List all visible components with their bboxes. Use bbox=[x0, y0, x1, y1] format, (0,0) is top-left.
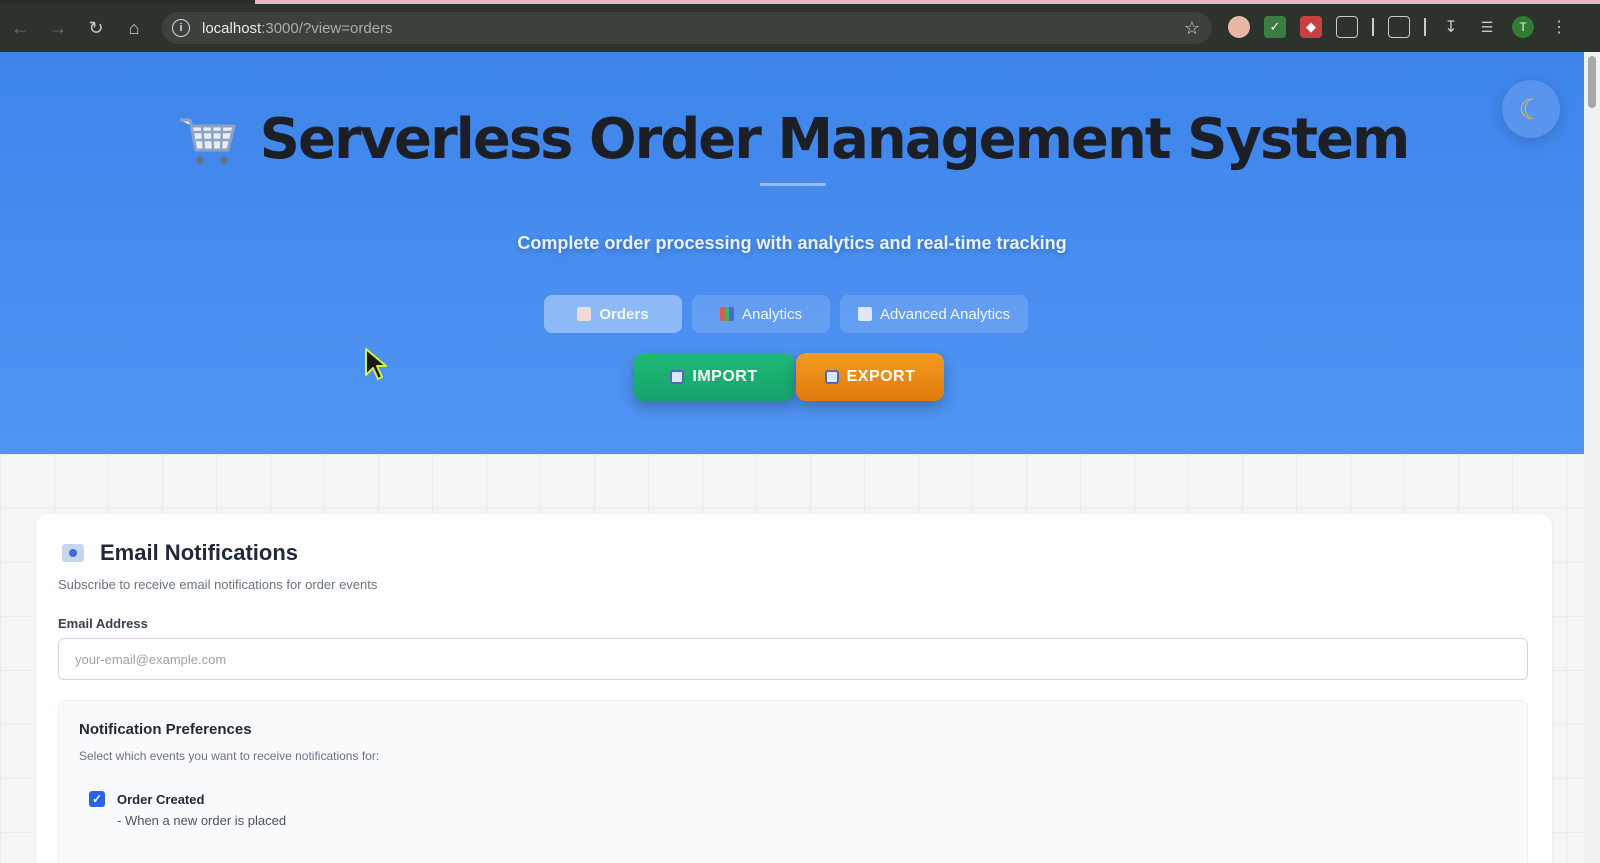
shopping-cart-icon bbox=[179, 118, 236, 164]
profile-avatar[interactable]: T bbox=[1512, 16, 1534, 38]
order-created-checkbox[interactable]: ✓ bbox=[89, 791, 105, 807]
page-content: Serverless Order Management System Compl… bbox=[0, 52, 1584, 863]
view-tabs: Orders Analytics Advanced Analytics bbox=[544, 295, 1028, 333]
bar-chart-icon bbox=[719, 307, 734, 321]
clipboard-icon bbox=[577, 307, 592, 321]
extension-red-icon[interactable]: ◆ bbox=[1300, 16, 1322, 38]
inbox-icon bbox=[670, 370, 685, 384]
dark-mode-toggle[interactable]: ☾ bbox=[1502, 80, 1560, 138]
page-scrollbar[interactable] bbox=[1584, 52, 1600, 863]
extension-check-icon[interactable]: ✓ bbox=[1264, 16, 1286, 38]
extension-face-icon[interactable] bbox=[1228, 16, 1250, 38]
tab-search-icon[interactable] bbox=[1388, 16, 1410, 38]
toolbar-divider bbox=[1372, 18, 1374, 36]
preferences-description: Select which events you want to receive … bbox=[79, 749, 380, 763]
card-description: Subscribe to receive email notifications… bbox=[58, 577, 378, 592]
download-icon[interactable]: ↧ bbox=[1440, 16, 1462, 38]
card-title: Email Notifications bbox=[100, 540, 299, 565]
scrollbar-thumb[interactable] bbox=[1588, 56, 1596, 108]
pref-description: - When a new order is placed bbox=[117, 813, 287, 828]
page-title: Serverless Order Management System bbox=[259, 107, 1411, 172]
home-icon[interactable]: ⌂ bbox=[116, 10, 152, 46]
title-underline bbox=[760, 183, 826, 186]
more-menu-icon[interactable]: ⋮ bbox=[1548, 16, 1570, 38]
hero-header: Serverless Order Management System Compl… bbox=[0, 52, 1584, 454]
email-icon bbox=[62, 544, 84, 562]
preferences-title: Notification Preferences bbox=[79, 721, 252, 738]
page-subtitle: Complete order processing with analytics… bbox=[517, 233, 1067, 253]
email-notifications-card: Email Notifications Subscribe to receive… bbox=[36, 514, 1552, 863]
mouse-cursor-icon bbox=[365, 348, 387, 380]
toolbar-divider bbox=[1424, 18, 1426, 36]
tab-advanced-analytics[interactable]: Advanced Analytics bbox=[840, 295, 1028, 333]
forward-icon[interactable]: → bbox=[40, 10, 76, 46]
bookmark-star-icon[interactable]: ☆ bbox=[1184, 18, 1200, 39]
import-export-actions: IMPORT EXPORT bbox=[634, 353, 944, 401]
tab-orders[interactable]: Orders bbox=[544, 295, 682, 333]
moon-icon: ☾ bbox=[1518, 93, 1544, 125]
site-info-icon[interactable]: i bbox=[172, 19, 190, 37]
url-text[interactable]: localhost:3000/?view=orders bbox=[202, 20, 393, 37]
email-input[interactable] bbox=[58, 638, 1528, 680]
import-button[interactable]: IMPORT bbox=[634, 353, 794, 401]
outbox-icon bbox=[824, 370, 839, 384]
back-icon[interactable]: ← bbox=[2, 10, 38, 46]
reload-icon[interactable]: ↻ bbox=[78, 10, 114, 46]
tab-analytics[interactable]: Analytics bbox=[692, 295, 830, 333]
address-bar[interactable]: i localhost:3000/?view=orders ☆ bbox=[162, 12, 1212, 44]
export-button[interactable]: EXPORT bbox=[796, 353, 944, 401]
extensions-puzzle-icon[interactable] bbox=[1336, 16, 1358, 38]
email-label: Email Address bbox=[58, 616, 148, 631]
line-chart-icon bbox=[857, 307, 872, 321]
notification-preferences: Notification Preferences Select which ev… bbox=[58, 700, 1528, 863]
reading-list-icon[interactable]: ☰ bbox=[1476, 16, 1498, 38]
pref-order-created[interactable]: ✓ Order Created bbox=[89, 791, 204, 807]
browser-toolbar: ← → ↻ ⌂ i localhost:3000/?view=orders ☆ … bbox=[0, 4, 1600, 52]
pref-label: Order Created bbox=[117, 791, 205, 807]
